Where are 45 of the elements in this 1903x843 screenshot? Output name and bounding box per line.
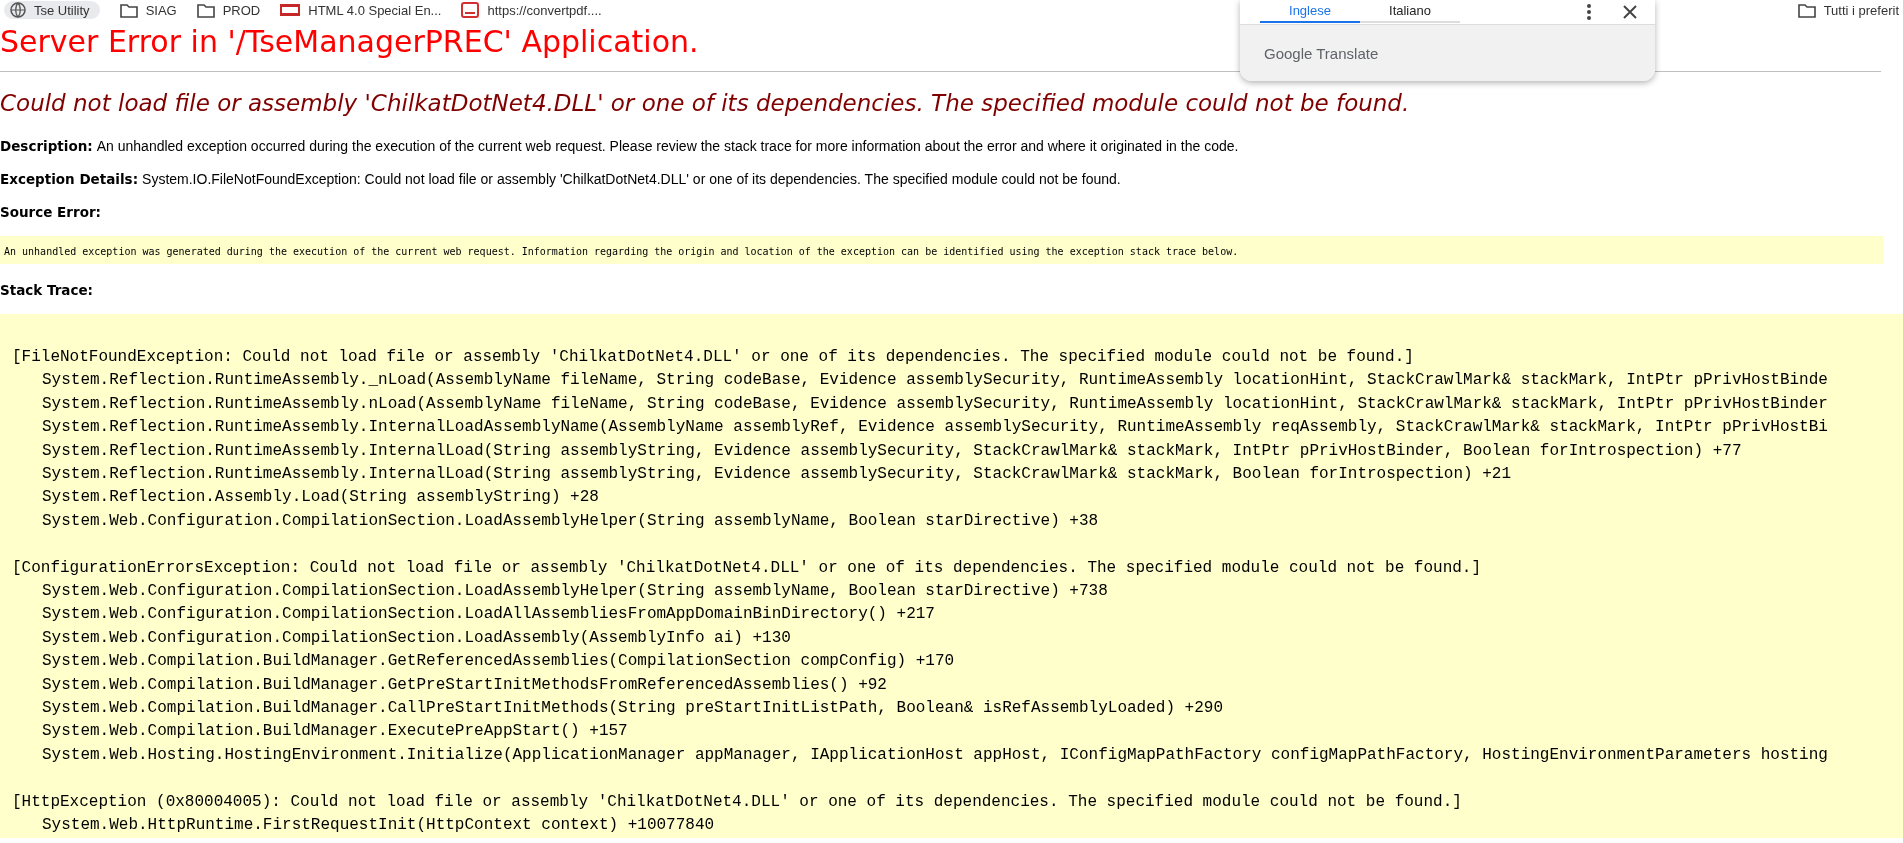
stack-frame: System.Web.Configuration.CompilationSection.LoadAssemblyHelper(String assemblyName, Boolean starDirective) +738 — [42, 580, 1108, 604]
stack-frame: System.Web.Configuration.CompilationSection.LoadAllAssembliesFromAppDomainBinDirectory() +217 — [42, 603, 935, 627]
bookmark-item[interactable]: PROD — [196, 2, 261, 18]
close-icon — [1623, 5, 1637, 19]
bookmark-item[interactable]: SIAG — [119, 2, 177, 18]
stack-frame: System.Web.Compilation.BuildManager.ExecutePreAppStart() +157 — [42, 720, 628, 744]
stack-frame: System.Reflection.RuntimeAssembly._nLoad(AssemblyName fileName, String codeBase, Evidence assemblySecurity, RuntimeAssembly locationHint, StackCrawlMark& stackMark, IntPtr pPrivHostBinde — [42, 369, 1828, 393]
stack-frame: System.Reflection.Assembly.Load(String assemblyString) +28 — [42, 486, 599, 510]
stack-frame: System.Web.Compilation.BuildManager.GetReferencedAssemblies(CompilationSection compConfig) +170 — [42, 650, 955, 674]
bookmark-item[interactable]: Tse Utility — [4, 1, 100, 19]
bookmark-item[interactable]: https://convertpdf.... — [461, 2, 602, 18]
source-error-text: An unhandled exception was generated during the execution of the current web request. Information regarding the origin and location of the exception can be identified using the exception stack trace below. — [4, 246, 1239, 257]
field-label: Source Error: — [0, 204, 101, 220]
folder-icon — [119, 2, 138, 18]
folder-icon — [1797, 2, 1816, 18]
description-text: An unhandled exception occurred during the execution of the current web request. Please review the stack trace for more information about the error and where it originated in the code. — [96, 138, 1239, 154]
stack-frame: System.Reflection.RuntimeAssembly.InternalLoad(String assemblyString, Evidence assemblySecurity, StackCrawlMark& stackMark, Boolean forIntrospection) +21 — [42, 463, 1512, 487]
more-options-button[interactable] — [1585, 2, 1593, 22]
pdf-icon — [461, 2, 480, 18]
folder-icon — [196, 2, 215, 18]
stack-frame: System.Web.Compilation.BuildManager.CallPreStartInitMethods(String preStartInitListPath, Boolean& isRefAssemblyLoaded) +290 — [42, 697, 1223, 721]
globe-icon — [10, 2, 26, 18]
exception-header: [HttpException (0x80004005): Could not load file or assembly 'ChilkatDotNet4.DLL' or one of its dependencies. The specified module could not be found.] — [12, 791, 1462, 813]
exception-header: [FileNotFoundException: Could not load file or assembly 'ChilkatDotNet4.DLL' or one of its dependencies. The specified module could not be found.] — [12, 347, 1414, 368]
stack-frame: System.Reflection.RuntimeAssembly.InternalLoadAssemblyName(AssemblyName assemblyRef, Evidence assemblySecurity, RuntimeAssembly reqAssembly, StackCrawlMark& stackMark, IntPtr pPrivHostBi — [42, 416, 1828, 440]
page-title: Server Error in '/TseManagerPREC' Application. — [0, 24, 699, 59]
all-bookmarks-link[interactable]: Tutti i preferit — [1797, 2, 1899, 18]
field-label: Description: — [0, 138, 93, 154]
brand-label: Google Translate — [1264, 44, 1379, 62]
exception-header: [ConfigurationErrorsException: Could not load file or assembly 'ChilkatDotNet4.DLL' or one of its dependencies. The specified module could not be found.] — [12, 557, 1482, 579]
error-message: Could not load file or assembly 'ChilkatDotNet4.DLL' or one of its dependencies. The specified module could not be found. — [0, 90, 1410, 116]
stack-frame: System.Reflection.RuntimeAssembly.nLoad(AssemblyName fileName, String codeBase, Evidence assemblySecurity, RuntimeAssembly locationHint, StackCrawlMark& stackMark, IntPtr pPrivHostBinder — [42, 392, 1828, 417]
exception-details-text: System.IO.FileNotFoundException: Could not load file or assembly 'ChilkatDotNet4.DLL' or one of its dependencies. The specified module could not be found. — [142, 171, 1121, 187]
stack-frame: System.Web.Compilation.BuildManager.GetPreStartInitMethodsFromReferencedAssemblies() +92 — [42, 673, 887, 698]
field-label: Exception Details: — [0, 171, 139, 187]
bookmark-item[interactable]: HTML 4.0 Special En... — [280, 2, 442, 18]
stack-frame: System.Web.Configuration.CompilationSection.LoadAssemblyHelper(String assemblyName, Boolean starDirective) +38 — [42, 509, 1099, 534]
stack-frame: System.Reflection.RuntimeAssembly.InternalLoad(String assemblyString, Evidence assemblySecurity, StackCrawlMark& stackMark, IntPtr pPrivHostBinder, Boolean forIntrospection) +77 — [42, 439, 1742, 464]
more-icon — [1587, 4, 1591, 20]
stack-frame: System.Web.Hosting.HostingEnvironment.Initialize(ApplicationManager appManager, IApplicationHost appHost, IConfigMapPathFactory configMapPathFactory, HostingEnvironmentParameters hosting — [42, 743, 1828, 768]
stack-frame: System.Web.HttpRuntime.FirstRequestInit(HttpContext context) +10077840 — [42, 814, 715, 838]
page-icon — [280, 3, 301, 17]
stack-frame: System.Web.Configuration.CompilationSection.LoadAssembly(AssemblyInfo ai) +130 — [42, 626, 791, 651]
field-label: Stack Trace: — [0, 282, 94, 298]
close-button[interactable] — [1621, 3, 1639, 21]
